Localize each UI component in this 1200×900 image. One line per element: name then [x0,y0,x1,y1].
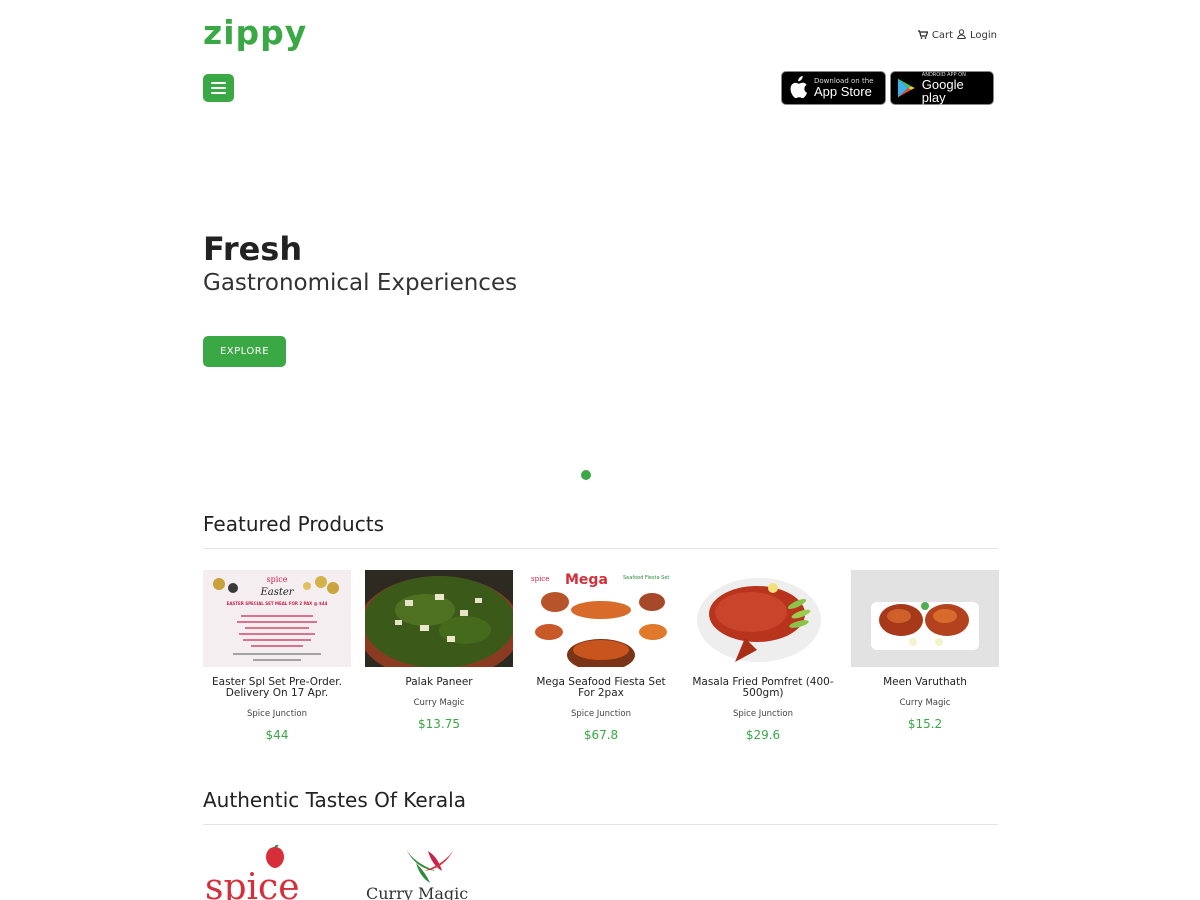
spice-brand-text: spice [205,867,300,900]
spice-junction-logo[interactable]: spice [203,844,353,900]
product-price: $44 [265,728,289,743]
hamburger-icon-bar [211,82,226,84]
product-store: Curry Magic [413,698,465,709]
product-card[interactable]: Palak Paneer Curry Magic $13.75 [365,570,513,742]
top-links: Cart Login [917,29,997,42]
seafood-mega-text: Mega [565,572,608,588]
product-name[interactable]: Mega Seafood Fiesta Set For 2pax [527,676,675,699]
cart-icon[interactable] [917,29,929,42]
user-icon[interactable] [957,29,966,42]
product-name[interactable]: Meen Varuthath [851,676,999,688]
product-name[interactable]: Easter Spl Set Pre-Order. Delivery On 17… [203,676,351,699]
login-link[interactable]: Login [970,30,997,41]
curry-magic-text: Curry Magic [366,884,468,900]
seafood-fiesta-image[interactable]: spice Mega Seafood Fiesta Set [527,570,675,667]
section-divider [203,824,998,825]
zippy-logo[interactable]: zippy [203,16,307,49]
meen-varuthath-image[interactable] [851,570,999,667]
hero-subtitle: Gastronomical Experiences [203,270,518,296]
easter-menu-image[interactable]: spice Easter EASTER SPECIAL SET MEAL FOR… [203,570,351,667]
product-price: $67.8 [583,728,619,743]
kerala-section-title: Authentic Tastes Of Kerala [203,788,466,812]
product-price: $13.75 [418,717,460,732]
product-card[interactable]: Meen Varuthath Curry Magic $15.2 [851,570,999,742]
product-card[interactable]: Masala Fried Pomfret (400-500gm) Spice J… [689,570,837,742]
palak-paneer-image[interactable] [365,570,513,667]
explore-button[interactable]: EXPLORE [203,336,286,367]
seafood-fiesta-text: Seafood Fiesta Set [623,575,669,581]
featured-products-list: spice Easter EASTER SPECIAL SET MEAL FOR… [203,570,999,742]
product-store: Spice Junction [247,709,307,720]
menu-button[interactable] [203,74,234,102]
google-play-icon [897,78,915,98]
product-card[interactable]: spice Mega Seafood Fiesta Set Mega Seafo… [527,570,675,742]
pomfret-image[interactable] [689,570,837,667]
easter-brand-text: spice [267,575,288,584]
hero-title: Fresh [203,230,303,268]
app-store-badge[interactable]: Download on the App Store [781,71,886,105]
google-play-large-text: Google play [921,76,964,105]
hamburger-icon-bar [211,92,226,94]
product-card[interactable]: spice Easter EASTER SPECIAL SET MEAL FOR… [203,570,351,742]
section-divider [203,548,998,549]
hamburger-icon-bar [211,87,226,89]
app-store-large-text: App Store [814,84,872,99]
product-name[interactable]: Palak Paneer [365,676,513,688]
product-store: Curry Magic [899,698,951,709]
apple-icon [790,76,807,99]
product-price: $29.6 [745,728,781,743]
product-name[interactable]: Masala Fried Pomfret (400-500gm) [689,676,837,699]
featured-products-title: Featured Products [203,512,384,536]
easter-offer-text: EASTER SPECIAL SET MEAL FOR 2 PAX @ $44 [227,601,328,606]
google-play-badge[interactable]: ANDROID APP ON Google play [890,71,994,105]
product-store: Spice Junction [571,709,631,720]
seafood-brand-text: spice [531,575,549,583]
carousel-dot[interactable] [581,470,591,480]
cart-link[interactable]: Cart [932,30,953,41]
product-price: $15.2 [907,717,943,732]
product-store: Spice Junction [733,709,793,720]
easter-title-text: Easter [259,587,294,598]
curry-magic-logo[interactable]: Curry Magic [366,845,516,900]
